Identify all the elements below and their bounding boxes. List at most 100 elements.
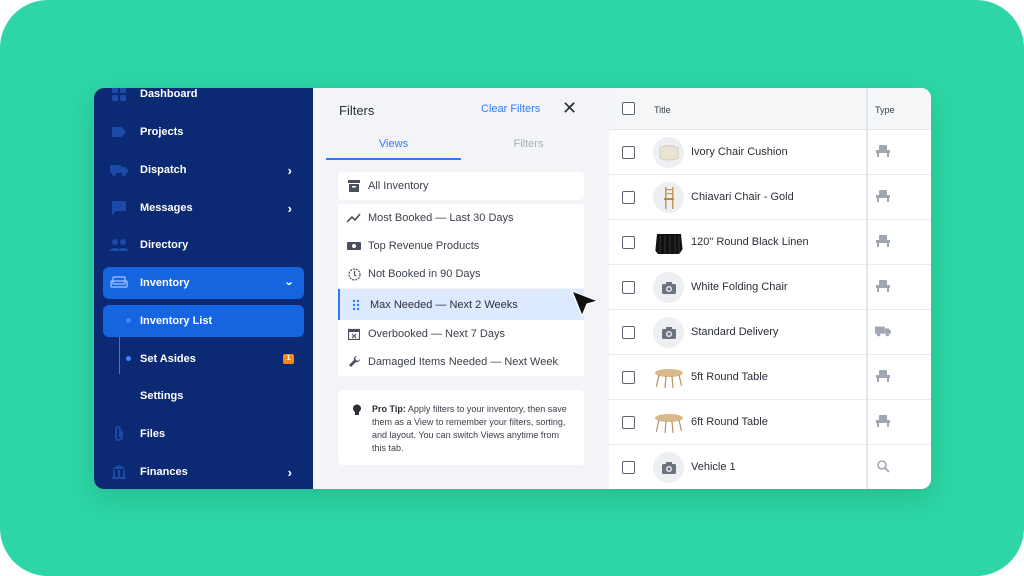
bank-icon	[110, 463, 128, 481]
sidebar-item-settings[interactable]: Settings	[103, 380, 304, 412]
paperclip-icon	[110, 425, 128, 443]
table-row[interactable]: White Folding Chair	[609, 265, 931, 310]
view-item[interactable]: Not Booked in 90 Days	[338, 260, 584, 288]
tab-views[interactable]: Views	[326, 138, 461, 150]
row-checkbox[interactable]	[622, 416, 635, 429]
filter-tabs: Views Filters	[326, 130, 596, 160]
view-item-selected[interactable]: Max Needed — Next 2 Weeks	[338, 289, 584, 320]
view-label: Overbooked — Next 7 Days	[368, 328, 505, 340]
chair-icon	[875, 278, 891, 294]
table-row[interactable]: Chiavari Chair - Gold	[609, 175, 931, 220]
sidebar-item-label: Set Asides	[140, 353, 196, 365]
active-tab-indicator	[326, 158, 461, 160]
row-checkbox[interactable]	[622, 326, 635, 339]
table-thumbnail	[653, 407, 684, 438]
chair-icon	[875, 413, 891, 429]
clear-filters-link[interactable]: Clear Filters	[481, 103, 540, 115]
sidebar-item-inventory-list[interactable]: Inventory List	[103, 305, 304, 337]
sidebar-item-set-asides[interactable]: Set Asides 1	[103, 343, 304, 375]
table-row[interactable]: 6ft Round Table	[609, 400, 931, 445]
view-item[interactable]: Top Revenue Products	[338, 232, 584, 260]
row-checkbox[interactable]	[622, 371, 635, 384]
people-icon	[110, 236, 128, 254]
count-badge: 1	[283, 354, 294, 364]
row-title: White Folding Chair	[691, 281, 788, 293]
table-thumbnail	[653, 362, 684, 393]
mouse-pointer-icon	[570, 289, 600, 320]
calendar-x-icon	[347, 327, 361, 341]
app-window: Dashboard Projects Dispatch › Messages ›	[94, 88, 931, 489]
column-header-title[interactable]: Title	[654, 105, 671, 115]
sidebar-item-projects[interactable]: Projects	[103, 116, 304, 148]
view-item[interactable]: Most Booked — Last 30 Days	[338, 204, 584, 232]
money-icon	[347, 239, 361, 253]
truck-icon	[875, 323, 891, 339]
chair-icon	[875, 368, 891, 384]
row-checkbox[interactable]	[622, 461, 635, 474]
chevron-right-icon: ›	[287, 162, 292, 178]
table-header: Title Type	[609, 88, 931, 130]
sidebar-item-directory[interactable]: Directory	[103, 229, 304, 261]
filter-panel: Filters Clear Filters ✕ Views Filters Al…	[313, 88, 609, 489]
view-label: All Inventory	[368, 180, 429, 192]
view-item[interactable]: All Inventory	[338, 172, 584, 200]
column-header-type[interactable]: Type	[875, 105, 895, 115]
row-checkbox[interactable]	[622, 281, 635, 294]
submenu-dot	[126, 318, 131, 323]
view-item[interactable]: Overbooked — Next 7 Days	[338, 320, 584, 348]
inventory-table: Title Type Ivory Chair Cushion Chiavari …	[609, 88, 931, 489]
table-row[interactable]: Standard Delivery	[609, 310, 931, 355]
column-divider[interactable]	[866, 88, 868, 489]
row-checkbox[interactable]	[622, 236, 635, 249]
table-row[interactable]: Vehicle 1	[609, 445, 931, 489]
view-label: Max Needed — Next 2 Weeks	[370, 298, 518, 311]
chair-icon	[875, 233, 891, 249]
dashboard-icon	[110, 88, 128, 103]
sidebar-item-files[interactable]: Files	[103, 418, 304, 450]
chair-icon	[875, 143, 891, 159]
close-icon[interactable]: ✕	[562, 98, 577, 118]
filter-panel-header: Filters Clear Filters ✕	[313, 88, 583, 130]
view-label: Most Booked — Last 30 Days	[368, 212, 514, 224]
sidebar-item-finances[interactable]: Finances ›	[103, 456, 304, 488]
sidebar-item-label: Messages	[140, 202, 193, 214]
sidebar-item-inventory[interactable]: Inventory ›	[103, 267, 304, 299]
cushion-thumbnail	[653, 137, 684, 168]
table-row[interactable]: 5ft Round Table	[609, 355, 931, 400]
wrench-icon	[347, 355, 361, 369]
table-row[interactable]: Ivory Chair Cushion	[609, 130, 931, 175]
trending-up-icon	[347, 211, 361, 225]
sidebar-item-label: Projects	[140, 126, 184, 138]
clock-icon	[347, 267, 361, 281]
camera-icon	[653, 272, 684, 303]
row-title: 6ft Round Table	[691, 416, 768, 428]
chevron-down-icon: ›	[282, 280, 298, 286]
row-checkbox[interactable]	[622, 146, 635, 159]
chair-thumbnail	[653, 182, 684, 213]
chair-icon	[875, 188, 891, 204]
sidebar-item-dispatch[interactable]: Dispatch ›	[103, 154, 304, 186]
camera-icon	[653, 452, 684, 483]
sidebar-item-label: Settings	[140, 390, 184, 402]
view-item[interactable]: Damaged Items Needed — Next Week	[338, 348, 584, 376]
row-title: Ivory Chair Cushion	[691, 146, 788, 158]
submenu-dot	[126, 356, 131, 361]
tab-filters[interactable]: Filters	[461, 138, 596, 150]
sidebar-item-label: Finances	[140, 466, 188, 478]
sidebar-item-label: Files	[140, 428, 166, 440]
filter-panel-title: Filters	[339, 103, 375, 118]
chevron-right-icon: ›	[287, 464, 292, 480]
row-title: Vehicle 1	[691, 461, 736, 473]
select-all-checkbox[interactable]	[622, 102, 635, 115]
view-label: Not Booked in 90 Days	[368, 268, 481, 280]
sidebar-item-label: Inventory	[140, 277, 190, 289]
row-checkbox[interactable]	[622, 191, 635, 204]
pro-tip-text: Pro Tip: Apply filters to your inventory…	[372, 403, 572, 455]
row-title: Chiavari Chair - Gold	[691, 191, 794, 203]
linen-thumbnail	[653, 227, 684, 258]
chevron-right-icon: ›	[287, 200, 292, 216]
table-row[interactable]: 120" Round Black Linen	[609, 220, 931, 265]
archive-icon	[347, 179, 361, 193]
sidebar-item-messages[interactable]: Messages ›	[103, 192, 304, 224]
sidebar-item-dashboard[interactable]: Dashboard	[103, 88, 304, 110]
